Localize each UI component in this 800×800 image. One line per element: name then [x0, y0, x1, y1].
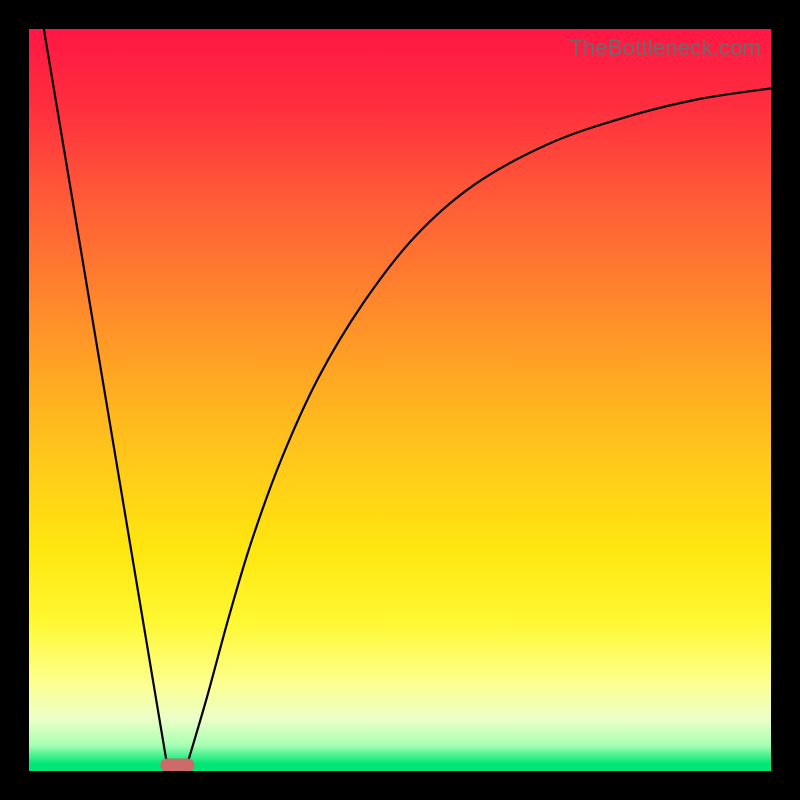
curve-path: [44, 29, 771, 760]
chart-frame: TheBottleneck.com: [0, 0, 800, 800]
plot-area: TheBottleneck.com: [29, 29, 771, 771]
bottleneck-marker: [160, 759, 194, 771]
bottleneck-curve: [29, 29, 771, 771]
